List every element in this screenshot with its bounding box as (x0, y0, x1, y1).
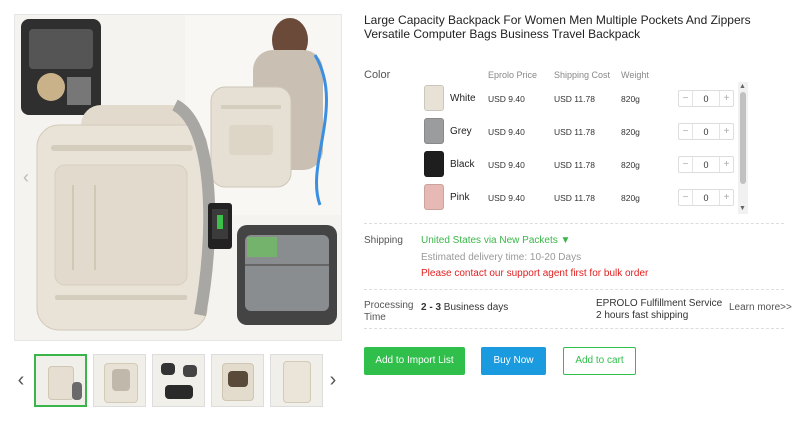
processing-days-range: 2 - 3 (421, 302, 442, 313)
thumbnail-1[interactable] (34, 354, 87, 407)
variant-shipping: USD 11.78 (554, 160, 595, 170)
variant-swatch[interactable] (424, 85, 444, 111)
minus-button[interactable]: − (679, 91, 693, 106)
variant-swatch[interactable] (424, 184, 444, 210)
variant-price: USD 9.40 (488, 127, 525, 137)
header-shipping: Shipping Cost (554, 70, 611, 80)
thumbnail-strip: ‹ › (14, 352, 342, 410)
header-weight: Weight (621, 70, 649, 80)
svg-text:‹: ‹ (23, 167, 29, 187)
buy-now-button[interactable]: Buy Now (481, 347, 546, 375)
scroll-up-icon[interactable]: ▲ (739, 83, 746, 91)
variant-weight: 820g (621, 127, 640, 137)
variant-row: White USD 9.40 USD 11.78 820g − + (420, 82, 750, 115)
quantity-stepper: − + (678, 123, 734, 140)
thumbnail-5[interactable] (270, 354, 323, 407)
variant-name: Pink (450, 192, 470, 203)
thumbnail-3[interactable] (152, 354, 205, 407)
chevron-right-icon[interactable]: › (326, 370, 340, 390)
minus-button[interactable]: − (679, 157, 693, 172)
variant-scrollbar[interactable]: ▲ ▼ (738, 82, 748, 214)
processing-days-unit: Business days (441, 302, 509, 313)
delivery-estimate: Estimated delivery time: 10-20 Days (421, 252, 582, 263)
quantity-stepper: − + (678, 90, 734, 107)
variant-shipping: USD 11.78 (554, 193, 595, 203)
divider (364, 289, 784, 290)
variant-price: USD 9.40 (488, 160, 525, 170)
color-label: Color (364, 69, 391, 81)
fulfillment-service-name: EPROLO Fulfillment Service (596, 298, 723, 309)
variant-weight: 820g (621, 94, 640, 104)
variant-swatch[interactable] (424, 151, 444, 177)
quantity-input[interactable] (693, 91, 719, 106)
main-product-image[interactable]: ‹ (14, 14, 342, 341)
chevron-left-icon[interactable]: ‹ (14, 370, 28, 390)
thumbnail-4[interactable] (211, 354, 264, 407)
quantity-input[interactable] (693, 157, 719, 172)
plus-button[interactable]: + (719, 190, 733, 205)
learn-more-link[interactable]: Learn more>> (729, 302, 792, 313)
fulfillment-service: EPROLO Fulfillment Service 2 hours fast … (596, 298, 722, 322)
add-to-cart-button[interactable]: Add to cart (563, 347, 636, 375)
processing-days: 2 - 3 Business days (421, 302, 508, 313)
minus-button[interactable]: − (679, 124, 693, 139)
shipping-label: Shipping (364, 235, 403, 246)
variant-row: Black USD 9.40 USD 11.78 820g − + (420, 148, 750, 181)
variant-row: Pink USD 9.40 USD 11.78 820g − + (420, 181, 750, 214)
processing-time-label: Processing Time (364, 300, 414, 323)
divider (364, 328, 784, 329)
bulk-order-warning: Please contact our support agent first f… (421, 268, 649, 279)
fulfillment-service-speed: 2 hours fast shipping (596, 310, 689, 321)
plus-button[interactable]: + (719, 91, 733, 106)
variant-price: USD 9.40 (488, 94, 525, 104)
variant-weight: 820g (621, 160, 640, 170)
variant-shipping: USD 11.78 (554, 127, 595, 137)
add-to-import-list-button[interactable]: Add to Import List (364, 347, 465, 375)
shipping-method-dropdown[interactable]: United States via New Packets ▼ (421, 235, 570, 246)
thumbnail-2[interactable] (93, 354, 146, 407)
variant-row: Grey USD 9.40 USD 11.78 820g − + (420, 115, 750, 148)
variant-price: USD 9.40 (488, 193, 525, 203)
scrollbar-thumb[interactable] (740, 92, 746, 184)
plus-button[interactable]: + (719, 157, 733, 172)
minus-button[interactable]: − (679, 190, 693, 205)
variant-shipping: USD 11.78 (554, 94, 595, 104)
divider (364, 223, 784, 224)
quantity-input[interactable] (693, 190, 719, 205)
quantity-stepper: − + (678, 156, 734, 173)
quantity-stepper: − + (678, 189, 734, 206)
variant-weight: 820g (621, 193, 640, 203)
scroll-down-icon[interactable]: ▼ (739, 205, 746, 213)
variant-name: Grey (450, 126, 472, 137)
product-title: Large Capacity Backpack For Women Men Mu… (364, 13, 751, 41)
variant-swatch[interactable] (424, 118, 444, 144)
quantity-input[interactable] (693, 124, 719, 139)
header-price: Eprolo Price (488, 70, 538, 80)
plus-button[interactable]: + (719, 124, 733, 139)
variant-name: White (450, 93, 476, 104)
variant-name: Black (450, 159, 475, 170)
variant-list: White USD 9.40 USD 11.78 820g − + Grey U… (420, 82, 750, 214)
